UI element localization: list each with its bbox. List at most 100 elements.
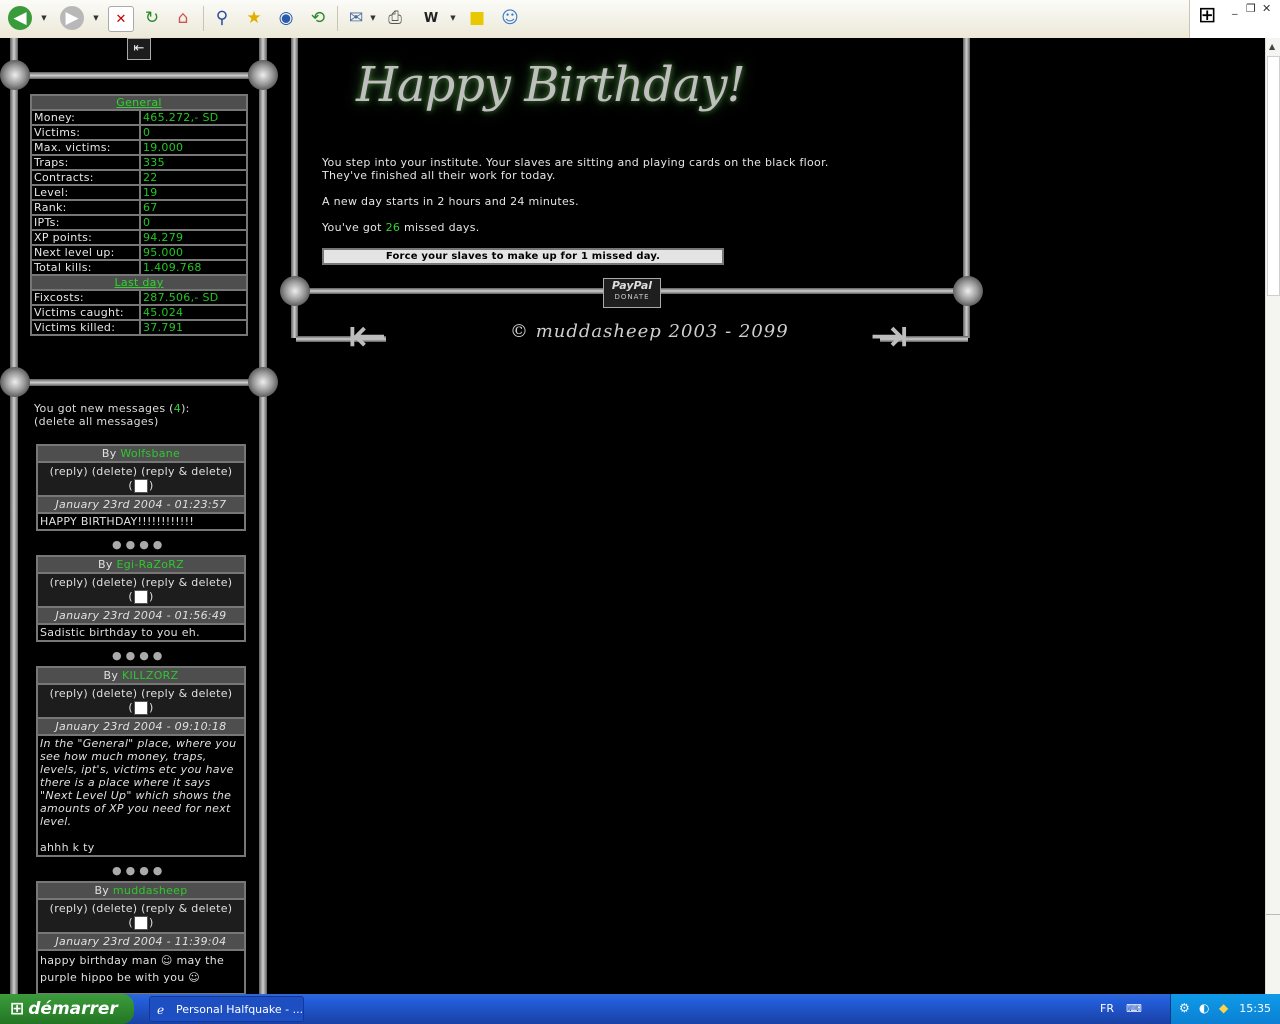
stat-row: Max. victims: 19.000 bbox=[30, 139, 248, 156]
message-actions[interactable]: (reply) (delete) (reply & delete) bbox=[50, 687, 233, 700]
logout-icon[interactable]: ⇤ bbox=[127, 38, 151, 60]
message-body: Sadistic birthday to you eh. bbox=[38, 625, 244, 640]
restore-button[interactable]: ❐ bbox=[1246, 2, 1256, 15]
stat-row: Level: 19 bbox=[30, 184, 248, 201]
discuss-icon[interactable]: ■ bbox=[465, 6, 489, 30]
chain-border-right bbox=[259, 38, 267, 994]
chain-knot bbox=[248, 367, 278, 397]
windows-flag-icon: ⊞ bbox=[1198, 3, 1217, 28]
windows-flag-icon: ⊞ bbox=[10, 999, 25, 1019]
network-icon[interactable]: ⚙ bbox=[1179, 1001, 1190, 1015]
chain-border-top bbox=[14, 72, 264, 79]
security-icon[interactable]: ◆ bbox=[1219, 1001, 1228, 1015]
message-card: By Wolfsbane (reply) (delete) (reply & d… bbox=[36, 444, 246, 531]
stop-icon[interactable]: ✕ bbox=[108, 6, 134, 32]
last-day-header[interactable]: Last day bbox=[30, 274, 248, 291]
message-sender-link[interactable]: Wolfsbane bbox=[120, 447, 180, 460]
message-separator: ●●●● bbox=[112, 649, 167, 662]
paypal-donate-button[interactable]: PayPal DONATE bbox=[603, 278, 661, 308]
stat-row: Fixcosts: 287.506,- SD bbox=[30, 289, 248, 306]
favorites-icon[interactable]: ★ bbox=[242, 6, 266, 30]
scrollbar-thumb[interactable] bbox=[1267, 56, 1280, 296]
message-checkbox[interactable] bbox=[134, 590, 148, 604]
message-card: By muddasheep (reply) (delete) (reply & … bbox=[36, 881, 246, 994]
system-tray: ⚙ ◐ ◆ 15:35 bbox=[1170, 994, 1280, 1024]
message-sender-link[interactable]: muddasheep bbox=[113, 884, 188, 897]
minimize-button[interactable]: _ bbox=[1232, 2, 1238, 15]
message-date: January 23rd 2004 - 11:39:04 bbox=[38, 934, 244, 951]
back-icon[interactable]: ◀ bbox=[8, 6, 32, 30]
stat-row: Money: 465.272,- SD bbox=[30, 109, 248, 126]
taskbar: ⊞ démarrer ℯ Personal Halfquake - ... FR ⌨… bbox=[0, 994, 1280, 1024]
stat-row: Traps: 335 bbox=[30, 154, 248, 171]
institute-status: You step into your institute. Your slave… bbox=[322, 156, 882, 247]
chain-border-middle bbox=[14, 379, 264, 386]
message-separator: ●●●● bbox=[112, 864, 167, 877]
message-sender-link[interactable]: Egi-RaZoRZ bbox=[116, 558, 184, 571]
new-day-countdown: A new day starts in 2 hours and 24 minut… bbox=[322, 195, 579, 208]
message-date: January 23rd 2004 - 09:10:18 bbox=[38, 719, 244, 736]
edit-icon[interactable]: W bbox=[419, 6, 443, 30]
message-card: By Egi-RaZoRZ (reply) (delete) (reply & … bbox=[36, 555, 246, 642]
stat-row: Contracts: 22 bbox=[30, 169, 248, 186]
message-body: HAPPY BIRTHDAY!!!!!!!!!!!! bbox=[38, 514, 244, 529]
stat-row: XP points: 94.279 bbox=[30, 229, 248, 246]
chain-knot bbox=[248, 60, 278, 90]
home-icon[interactable]: ⌂ bbox=[171, 6, 195, 30]
delete-all-messages-link[interactable]: (delete all messages) bbox=[34, 415, 159, 428]
windows-logo-area: ⊞ _ ❐ ✕ bbox=[1189, 0, 1280, 38]
language-indicator[interactable]: FR bbox=[1100, 994, 1114, 1024]
clock: 15:35 bbox=[1239, 1002, 1271, 1015]
forward-icon[interactable]: ▶ bbox=[60, 6, 84, 30]
refresh-icon[interactable]: ↻ bbox=[140, 6, 164, 30]
message-date: January 23rd 2004 - 01:56:49 bbox=[38, 608, 244, 625]
stat-row: Next level up: 95.000 bbox=[30, 244, 248, 261]
chain-border-left bbox=[10, 38, 18, 994]
mail-icon[interactable]: ✉ bbox=[344, 6, 368, 30]
history-icon[interactable]: ⟲ bbox=[306, 6, 330, 30]
message-body: In the "General" place, where you see ho… bbox=[38, 736, 244, 855]
stat-row: Victims: 0 bbox=[30, 124, 248, 141]
stat-row: Rank: 67 bbox=[30, 199, 248, 216]
message-actions[interactable]: (reply) (delete) (reply & delete) bbox=[50, 465, 233, 478]
messages-intro: You got new messages (4): (delete all me… bbox=[34, 402, 190, 428]
message-body: happy birthday man ☺ may the purple hipp… bbox=[38, 951, 244, 993]
chain-knot bbox=[280, 276, 310, 306]
stats-table: General Money: 465.272,- SD Victims: 0 Max… bbox=[30, 94, 248, 336]
force-slaves-button[interactable]: Force your slaves to make up for 1 misse… bbox=[322, 248, 724, 265]
edit-dropdown-icon[interactable]: ▼ bbox=[449, 6, 457, 30]
back-dropdown-icon[interactable]: ▼ bbox=[40, 6, 48, 30]
media-icon[interactable]: ◉ bbox=[274, 6, 298, 30]
message-checkbox[interactable] bbox=[134, 479, 148, 493]
chain-knot bbox=[0, 60, 30, 90]
web-page: ⇤ General Money: 465.272,- SD Victims: 0 M… bbox=[0, 38, 1265, 994]
taskbar-window-item[interactable]: ℯ Personal Halfquake - ... bbox=[149, 996, 304, 1022]
message-separator: ●●●● bbox=[112, 538, 167, 551]
close-button[interactable]: ✕ bbox=[1262, 2, 1271, 15]
general-header[interactable]: General bbox=[30, 94, 248, 111]
mail-dropdown-icon[interactable]: ▼ bbox=[369, 6, 377, 30]
chain-knot bbox=[953, 276, 983, 306]
message-checkbox[interactable] bbox=[134, 916, 148, 930]
messenger-icon[interactable]: ☺ bbox=[498, 6, 522, 30]
forward-dropdown-icon[interactable]: ▼ bbox=[92, 6, 100, 30]
message-actions[interactable]: (reply) (delete) (reply & delete) bbox=[50, 576, 233, 589]
print-icon[interactable]: ⎙ bbox=[383, 6, 407, 30]
scroll-up-icon[interactable]: ▲ bbox=[1269, 42, 1275, 51]
browser-toolbar: ◀ ▼ ▶ ▼ ✕ ↻ ⌂ ⚲ ★ ◉ ⟲ ✉ ▼ ⎙ W ▼ ■ ☺ ⊞ _ … bbox=[0, 0, 1280, 39]
message-checkbox[interactable] bbox=[134, 701, 148, 715]
volume-icon[interactable]: ◐ bbox=[1199, 1001, 1209, 1015]
keyboard-icon[interactable]: ⌨ bbox=[1126, 1002, 1142, 1015]
message-actions[interactable]: (reply) (delete) (reply & delete) bbox=[50, 902, 233, 915]
chain-knot bbox=[0, 367, 30, 397]
search-icon[interactable]: ⚲ bbox=[210, 6, 234, 30]
stat-row: Victims killed: 37.791 bbox=[30, 319, 248, 336]
start-button[interactable]: ⊞ démarrer bbox=[0, 994, 134, 1024]
arrow-ornament-left-icon: ⇤ bbox=[348, 308, 387, 362]
copyright: © muddasheep 2003 - 2099 bbox=[510, 321, 789, 342]
happy-birthday-banner: Happy Birthday! bbox=[356, 57, 746, 113]
arrow-ornament-right-icon: ⇥ bbox=[870, 308, 909, 362]
vertical-scrollbar[interactable]: ▲ bbox=[1265, 38, 1280, 994]
ie-icon: ℯ bbox=[157, 1003, 165, 1017]
message-sender-link[interactable]: KILLZORZ bbox=[122, 669, 179, 682]
